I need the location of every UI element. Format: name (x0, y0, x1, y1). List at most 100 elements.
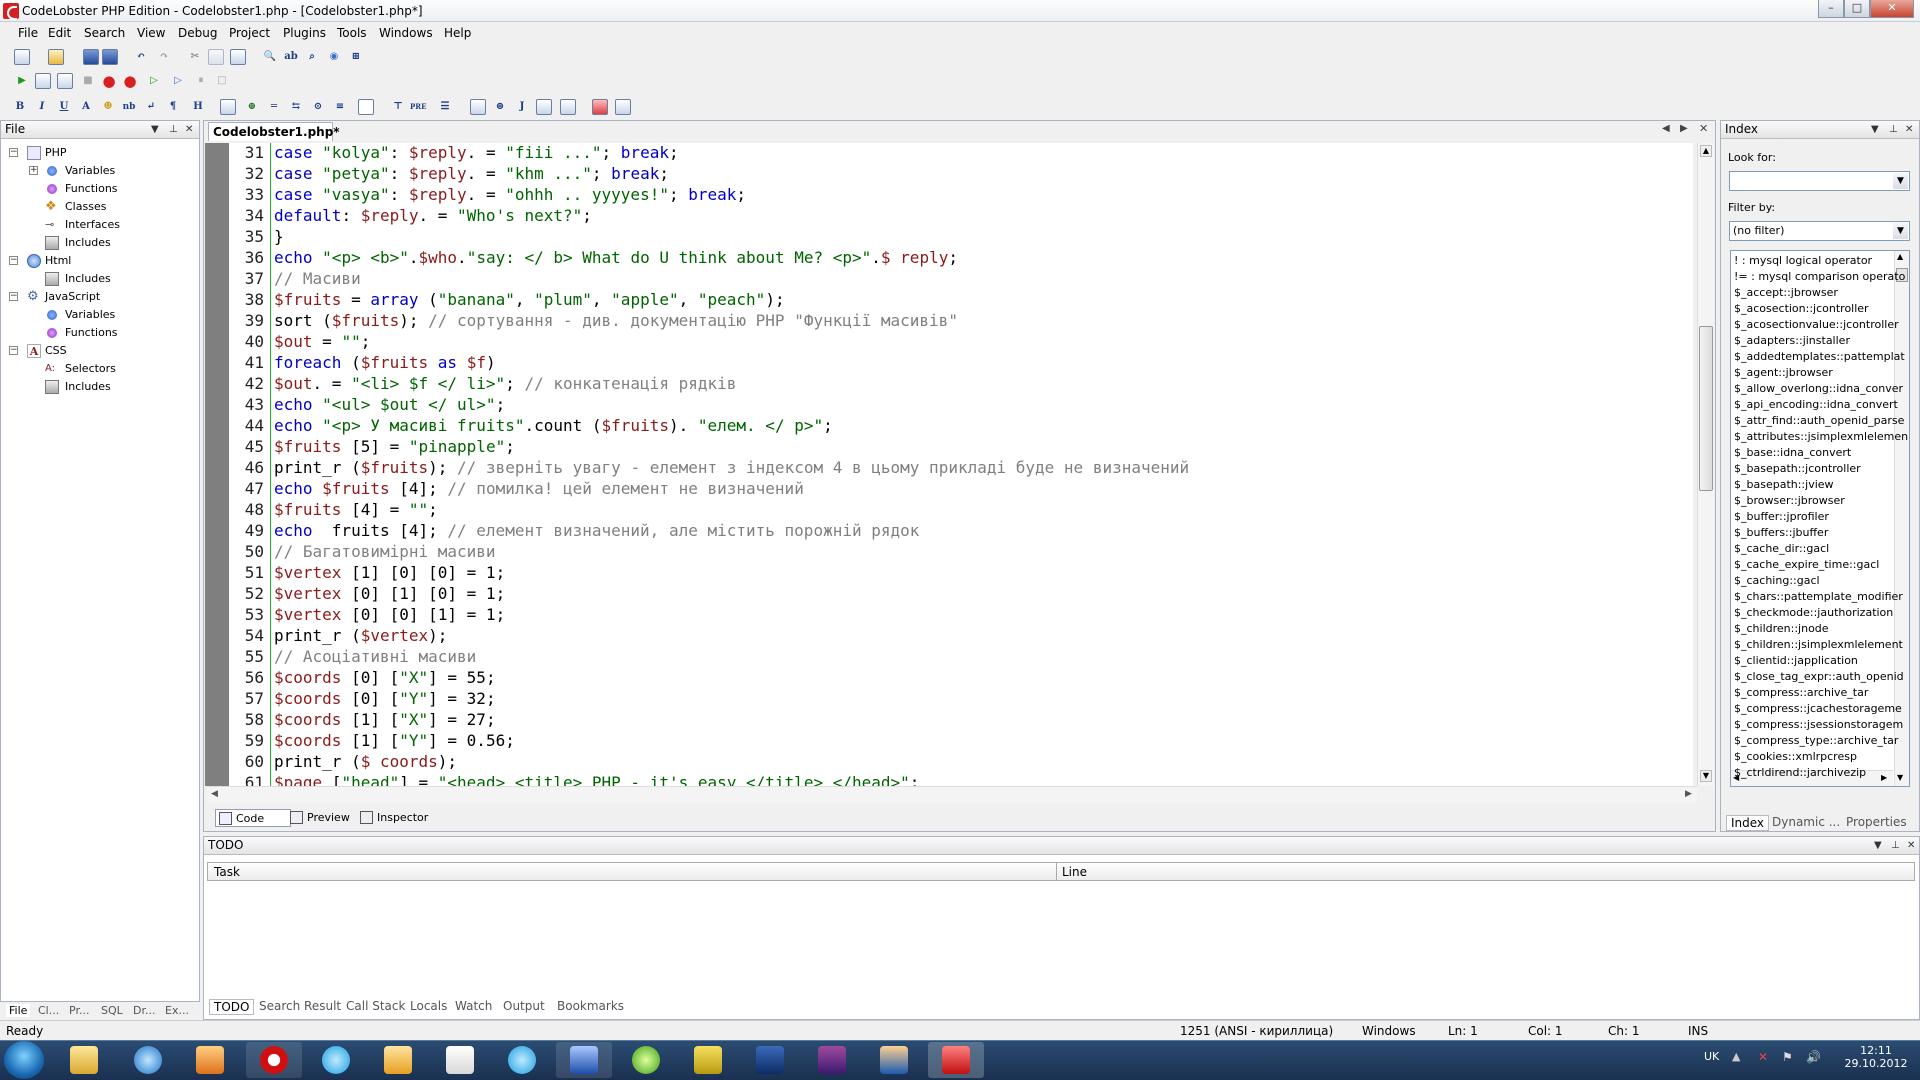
scroll-up-icon[interactable]: ▲ (1897, 252, 1903, 261)
scroll-down-icon[interactable]: ▼ (1897, 773, 1903, 782)
collapse-icon[interactable]: − (9, 292, 18, 301)
scroll-down-icon[interactable]: ▼ (1700, 770, 1712, 782)
tab-explorer[interactable]: Ex... (165, 1004, 189, 1017)
nobreak-icon[interactable]: nb (121, 99, 137, 115)
index-item[interactable]: $_allow_overlong::idna_conver (1734, 381, 1903, 397)
tab-project[interactable]: Pr... (69, 1004, 89, 1017)
code-line[interactable]: $fruits [4] = ""; (274, 500, 438, 519)
panel-close-icon[interactable]: ✕ (185, 121, 193, 138)
view-tab-preview[interactable]: Preview (287, 809, 350, 827)
index-item[interactable]: $_cache_dir::gacl (1734, 541, 1829, 557)
menu-tools[interactable]: Tools (337, 26, 367, 40)
index-item[interactable]: $_children::jnode (1734, 621, 1829, 637)
explorer-app[interactable] (56, 1042, 112, 1078)
index-item[interactable]: $_compress_type::archive_tar (1734, 733, 1898, 749)
column-divider[interactable] (1056, 863, 1057, 880)
tab-index[interactable]: Index (1726, 815, 1770, 831)
code-line[interactable]: print_r ($fruits); // зверніть увагу - е… (274, 458, 1189, 477)
index-item[interactable]: $_base::idna_convert (1734, 445, 1851, 461)
scroll-left-icon[interactable]: ◀ (211, 789, 218, 799)
menu-file[interactable]: File (18, 26, 38, 40)
index-list[interactable]: ▲ ▼ ◀ ▶ ! : mysql logical operator != : m… (1730, 250, 1910, 787)
filter-by-combo[interactable]: (no filter) ▼ (1729, 221, 1910, 241)
photoshop-app[interactable] (742, 1042, 798, 1078)
stop-debug-icon[interactable]: □ (214, 73, 230, 89)
code-line[interactable]: case "vasya": $reply. = "ohhh .. yyyyes!… (274, 185, 746, 204)
code-line[interactable]: $coords [0] ["Y"] = 32; (274, 689, 496, 708)
index-item[interactable]: $_browser::jbrowser (1734, 493, 1845, 509)
menu-edit[interactable]: Edit (48, 26, 71, 40)
pin-icon[interactable]: ⊥ (1889, 121, 1898, 138)
index-item[interactable]: $_caching::gacl (1734, 573, 1820, 589)
menu-help[interactable]: Help (444, 26, 471, 40)
code-line[interactable]: $vertex [0] [1] [0] = 1; (274, 584, 505, 603)
open-folder-icon[interactable] (48, 49, 64, 65)
paragraph-icon[interactable]: ¶ (165, 99, 181, 115)
watch-icon[interactable] (57, 73, 73, 89)
ie-app[interactable] (120, 1042, 176, 1078)
index-item[interactable]: $_acosectionvalue::jcontroller (1734, 317, 1899, 333)
align-top-icon[interactable]: ⊤ (390, 99, 406, 115)
code-line[interactable]: echo fruits [4]; // елемент визначений, … (274, 521, 919, 540)
tab-classes[interactable]: Cl... (38, 1004, 59, 1017)
copy-icon[interactable] (208, 49, 224, 65)
code-line[interactable]: echo "<p> <b>".$who."say: </ b> What do … (274, 248, 958, 267)
index-item[interactable]: $_agent::jbrowser (1734, 365, 1833, 381)
action-center-icon[interactable]: ⚑ (1782, 1050, 1793, 1064)
code-line[interactable]: print_r ($vertex); (274, 626, 447, 645)
index-item[interactable]: $_cache_expire_time::gacl (1734, 557, 1879, 573)
fullscreen-icon[interactable]: ⊞ (348, 49, 364, 65)
menu-view[interactable]: View (137, 26, 165, 40)
index-item[interactable]: $_compress::jcachestorageme (1734, 701, 1902, 717)
run-icon[interactable]: ▶ (14, 73, 30, 89)
dropdown-arrow-icon[interactable]: ▼ (1893, 173, 1908, 189)
menu-plugins[interactable]: Plugins (283, 26, 326, 40)
close-window-button[interactable]: ✕ (1870, 0, 1914, 18)
winrar-app[interactable] (804, 1042, 860, 1078)
menu-debug[interactable]: Debug (178, 26, 217, 40)
index-item[interactable]: $_buffer::jprofiler (1734, 509, 1829, 525)
look-for-combo[interactable]: ▼ (1729, 171, 1910, 191)
index-item[interactable]: $_close_tag_expr::auth_openid (1734, 669, 1904, 685)
stop-icon[interactable]: ■ (80, 73, 96, 89)
tab-bookmarks[interactable]: Bookmarks (557, 999, 624, 1013)
expand-icon[interactable]: + (29, 166, 38, 175)
tab-prev-icon[interactable]: ◀ (1662, 123, 1670, 134)
code-line[interactable]: case "kolya": $reply. = "fiii ..."; brea… (274, 143, 679, 162)
pre-icon[interactable]: PRE (410, 99, 426, 115)
code-line[interactable]: echo "<ul> $out </ ul>"; (274, 395, 505, 414)
index-item[interactable]: $_attr_find::auth_openid_parse (1734, 413, 1904, 429)
minimize-button[interactable]: – (1818, 0, 1844, 18)
menu-project[interactable]: Project (229, 26, 270, 40)
index-item[interactable]: $_compress::jsessionstoragem (1734, 717, 1903, 733)
code-line[interactable]: sort ($fruits); // сортування - див. док… (274, 311, 958, 330)
align-icon[interactable]: ⇆ (288, 99, 304, 115)
files-app[interactable] (432, 1042, 488, 1078)
panel-menu-icon[interactable]: ▼ (151, 121, 159, 138)
outlook-app[interactable] (370, 1042, 426, 1078)
code-line[interactable]: $vertex [0] [0] [1] = 1; (274, 605, 505, 624)
anchor-icon[interactable]: ⊙ (310, 99, 326, 115)
collapse-icon[interactable]: − (9, 148, 18, 157)
clock[interactable]: 12:11 29.10.2012 (1836, 1044, 1916, 1070)
code-line[interactable]: // Багатовимірні масиви (274, 542, 496, 561)
index-item[interactable]: $_adapters::jinstaller (1734, 333, 1850, 349)
bold-icon[interactable]: B (12, 99, 28, 115)
code-line[interactable]: $fruits = array ("banana", "plum", "appl… (274, 290, 785, 309)
index-item[interactable]: $_checkmode::jauthorization (1734, 605, 1893, 621)
col-task[interactable]: Task (214, 865, 240, 879)
table-icon[interactable] (470, 99, 486, 115)
skype-app-2[interactable] (494, 1042, 550, 1078)
index-item[interactable]: $_basepath::jview (1734, 477, 1834, 493)
javascript-icon[interactable]: J (514, 99, 530, 115)
index-item[interactable]: $_basepath::jcontroller (1734, 461, 1861, 477)
index-item[interactable]: $_ctrldirend::jarchivezip (1734, 765, 1866, 781)
horizontal-scrollbar[interactable]: ◀ ▶ (207, 786, 1697, 803)
tray-expand-icon[interactable]: ▲ (1732, 1050, 1740, 1063)
image-icon[interactable] (220, 99, 236, 115)
highlight-icon[interactable]: ☻ (100, 99, 116, 115)
index-item[interactable]: $_accept::jbrowser (1734, 285, 1838, 301)
index-item[interactable]: $_api_encoding::idna_convert (1734, 397, 1898, 413)
scroll-up-icon[interactable]: ▲ (1700, 145, 1712, 157)
view-tab-code[interactable]: Code (215, 809, 291, 827)
